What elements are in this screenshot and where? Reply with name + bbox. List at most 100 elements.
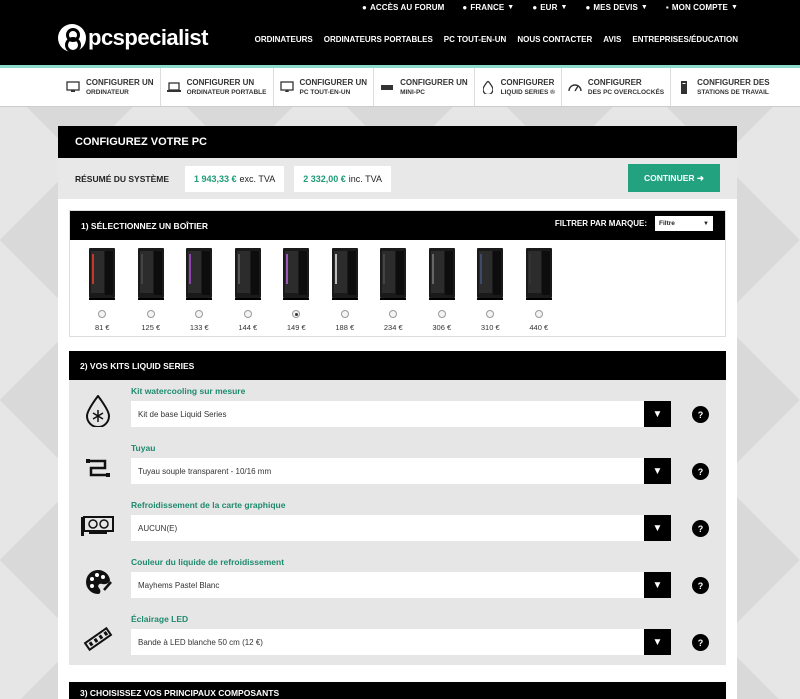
case-radio[interactable] (292, 310, 301, 318)
case-option[interactable]: 125 € (127, 246, 176, 332)
globe-icon: ● (462, 3, 468, 12)
currency-label: EUR (540, 3, 558, 12)
case-radio[interactable] (389, 310, 398, 318)
conf-l2: MINI-PC (400, 89, 425, 96)
conf-l1: CONFIGURER DES (697, 78, 770, 87)
tube-select[interactable]: Tuyau souple transparent - 10/16 mm ▼ (131, 458, 671, 484)
nav-avis[interactable]: AVIS (603, 35, 621, 44)
pc-case-image[interactable] (182, 246, 216, 301)
chevron-down-icon: ▼ (640, 4, 648, 11)
account-menu[interactable]: ▪ MON COMPTE ▼ (666, 3, 738, 12)
nav-entreprises[interactable]: ENTREPRISES/ÉDUCATION (632, 35, 738, 44)
case-price: 440 € (529, 323, 549, 332)
forum-link[interactable]: ● ACCÈS AU FORUM (362, 3, 444, 12)
option-value: Tuyau souple transparent - 10/16 mm (138, 466, 272, 476)
conf-workstation[interactable]: CONFIGURER DES STATIONS DE TRAVAIL (671, 68, 775, 106)
case-radio[interactable] (534, 310, 543, 318)
gpu-cooling-select[interactable]: AUCUN(E) ▼ (131, 515, 671, 541)
case-radio[interactable] (437, 310, 446, 318)
option-label: Éclairage LED (131, 614, 189, 624)
conf-l1: CONFIGURER (500, 78, 555, 87)
quotes-menu[interactable]: ● MES DEVIS ▼ (585, 3, 647, 12)
case-price: 81 € (94, 323, 110, 332)
pc-case-image[interactable] (376, 246, 410, 301)
help-icon[interactable]: ? (692, 463, 709, 480)
price-inc-suffix: inc. TVA (348, 173, 382, 184)
pc-case-image[interactable] (279, 246, 313, 301)
conf-liquid-series[interactable]: CONFIGURER LIQUID SERIES ® (475, 68, 562, 106)
option-label: Couleur du liquide de refroidissement (131, 557, 285, 567)
case-option[interactable]: 234 € (369, 246, 418, 332)
coolant-color-select[interactable]: Mayhems Pastel Blanc ▼ (131, 572, 671, 598)
conf-l2: PC TOUT-EN-UN (299, 89, 351, 96)
site-header: pcspecialist ORDINATEURS ORDINATEURS POR… (0, 15, 800, 65)
help-icon[interactable]: ? (692, 634, 709, 651)
people-icon: ● (585, 3, 591, 12)
dropdown-arrow-icon: ▼ (644, 515, 671, 541)
case-section-header: 1) SÉLECTIONNEZ UN BOÎTIER FILTRER PAR M… (70, 211, 725, 240)
led-strip-icon (81, 622, 115, 656)
case-price: 234 € (383, 323, 403, 332)
case-radio[interactable] (98, 310, 107, 318)
conf-l2: DES PC OVERCLOCKÉS (587, 89, 665, 96)
all-in-one-icon (279, 80, 294, 94)
page-title: CONFIGUREZ VOTRE PC (58, 126, 737, 158)
case-option[interactable]: 144 € (224, 246, 273, 332)
chevron-down-icon: ▼ (507, 4, 515, 11)
site-logo[interactable]: pcspecialist (58, 24, 208, 53)
case-radio[interactable] (195, 310, 204, 318)
case-radio[interactable] (243, 310, 252, 318)
conf-all-in-one[interactable]: CONFIGURER UN PC TOUT-EN-UN (274, 68, 375, 106)
graphics-card-icon (81, 508, 115, 542)
conf-laptop[interactable]: CONFIGURER UN ORDINATEUR PORTABLE (161, 68, 274, 106)
option-label: Refroidissement de la carte graphique (131, 500, 286, 510)
led-lighting-select[interactable]: Bande à LED blanche 50 cm (12 €) ▼ (131, 629, 671, 655)
components-section-header: 3) CHOISISSEZ VOS PRINCIPAUX COMPOSANTS (69, 682, 726, 699)
conf-desktop[interactable]: CONFIGURER UN ORDINATEUR (60, 68, 161, 106)
chevron-down-icon: ▼ (703, 220, 709, 227)
pc-case-image[interactable] (134, 246, 168, 301)
case-option[interactable]: 81 € (78, 246, 127, 332)
liquid-kit-section: 2) VOS KITS LIQUID SERIES Kit watercooli… (69, 351, 726, 665)
case-radio[interactable] (486, 310, 495, 318)
pc-case-image[interactable] (473, 246, 507, 301)
nav-portables[interactable]: ORDINATEURS PORTABLES (324, 35, 433, 44)
pc-case-image[interactable] (425, 246, 459, 301)
liquid-kit-title: 2) VOS KITS LIQUID SERIES (80, 360, 195, 371)
country-label: FRANCE (470, 3, 505, 12)
pc-case-image[interactable] (231, 246, 265, 301)
nav-tout-en-un[interactable]: PC TOUT-EN-UN (444, 35, 507, 44)
case-option[interactable]: 440 € (515, 246, 564, 332)
help-icon[interactable]: ? (692, 577, 709, 594)
case-option[interactable]: 306 € (418, 246, 467, 332)
lock-icon: ▪ (665, 3, 669, 12)
case-radio[interactable] (340, 310, 349, 318)
case-option[interactable]: 133 € (175, 246, 224, 332)
case-price: 133 € (189, 323, 209, 332)
case-option[interactable]: 188 € (321, 246, 370, 332)
tube-icon (81, 451, 115, 485)
option-row: Éclairage LED Bande à LED blanche 50 cm … (69, 608, 726, 665)
option-value: Bande à LED blanche 50 cm (12 €) (138, 637, 263, 647)
conf-mini-pc[interactable]: CONFIGURER UN MINI-PC (374, 68, 475, 106)
filter-label: FILTRER PAR MARQUE: (554, 219, 647, 228)
dropdown-arrow-icon: ▼ (644, 572, 671, 598)
case-price: 144 € (238, 323, 258, 332)
conf-overclocked[interactable]: CONFIGURER DES PC OVERCLOCKÉS (562, 68, 672, 106)
case-option[interactable]: 149 € (272, 246, 321, 332)
case-option[interactable]: 310 € (466, 246, 515, 332)
pc-case-image[interactable] (328, 246, 362, 301)
pc-case-image[interactable] (522, 246, 556, 301)
help-icon[interactable]: ? (692, 406, 709, 423)
continue-button[interactable]: CONTINUER ➜ (628, 164, 720, 192)
watercooling-kit-select[interactable]: Kit de base Liquid Series ▼ (131, 401, 671, 427)
nav-contact[interactable]: NOUS CONTACTER (517, 35, 592, 44)
help-icon[interactable]: ? (692, 520, 709, 537)
brand-filter-select[interactable]: Filtre ▼ (655, 216, 713, 231)
country-selector[interactable]: ● FRANCE ▼ (462, 3, 514, 12)
case-radio[interactable] (146, 310, 155, 318)
pc-case-image[interactable] (85, 246, 119, 301)
currency-selector[interactable]: ● EUR ▼ (532, 3, 567, 12)
nav-ordinateurs[interactable]: ORDINATEURS (255, 35, 313, 44)
desktop-icon (66, 80, 80, 94)
